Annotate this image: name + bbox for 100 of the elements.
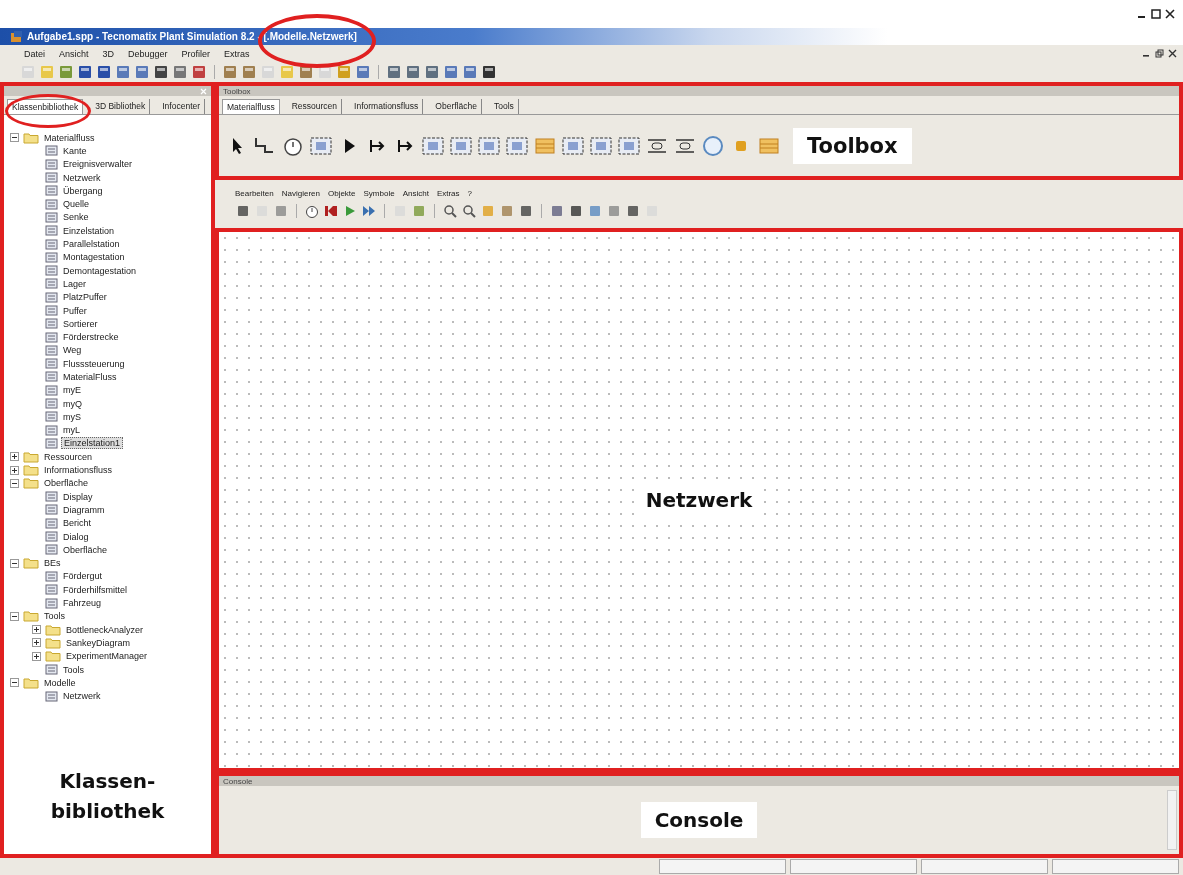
tree-item[interactable]: Parallelstation (61, 239, 122, 249)
toolbox-tab[interactable]: Oberfläche (431, 99, 482, 114)
object-icon (45, 570, 58, 582)
menu-item[interactable]: ? (467, 189, 472, 198)
tree-item[interactable]: BottleneckAnalyzer (64, 624, 146, 635)
expander-icon[interactable] (32, 625, 41, 635)
panel-title: Toolbox (223, 86, 251, 96)
tree-item[interactable]: Netzwerk (61, 172, 103, 183)
tree-item[interactable]: Modelle (42, 677, 78, 688)
object-icon (45, 185, 58, 197)
object-icon (45, 278, 58, 290)
tree-item[interactable]: Weg (61, 345, 84, 356)
close-icon[interactable] (1165, 9, 1175, 19)
object-icon (45, 238, 58, 250)
tree-item[interactable]: PlatzPuffer (61, 292, 109, 303)
expander-icon[interactable] (10, 611, 19, 621)
tree-item[interactable]: Informationsfluss (42, 465, 115, 476)
tree-item[interactable]: Übergang (61, 185, 105, 196)
tree-item[interactable]: Montagestation (61, 252, 127, 263)
expander-icon[interactable] (10, 465, 19, 475)
tree-item[interactable]: Senke (61, 212, 91, 223)
menu-item[interactable]: Debugger (128, 48, 168, 59)
tree-item[interactable]: Kante (61, 145, 89, 156)
menu-item[interactable]: Datei (24, 48, 45, 59)
object-icon (45, 318, 58, 330)
toolbox-tab[interactable]: Tools (489, 99, 519, 114)
tree-item[interactable]: Ressourcen (42, 451, 95, 462)
fast-icon[interactable] (361, 203, 377, 219)
expander-icon[interactable] (32, 651, 41, 661)
clock-icon[interactable] (304, 203, 320, 219)
menu-item[interactable]: Navigieren (281, 189, 320, 198)
menu-item[interactable]: Ansicht (402, 189, 429, 198)
tree-item[interactable]: Tools (61, 664, 86, 675)
expander-icon[interactable] (32, 638, 41, 648)
tree-item[interactable]: SankeyDiagram (64, 637, 133, 648)
menu-item[interactable]: Objekte (327, 189, 356, 198)
tree-item[interactable]: Bericht (61, 518, 93, 529)
tree-item[interactable]: MaterialFluss (61, 372, 119, 382)
tree-item[interactable]: Förderhilfsmittel (61, 584, 129, 595)
object-icon (45, 145, 58, 157)
tree-item[interactable]: Demontagestation (61, 265, 139, 276)
maximize-icon[interactable] (1151, 9, 1161, 19)
tree-item[interactable]: Sortierer (61, 318, 100, 329)
tree-item[interactable]: Diagramm (61, 504, 107, 515)
tree-item[interactable]: myQ (61, 398, 84, 409)
tree-item[interactable]: Materialfluss (42, 132, 97, 143)
tree-item[interactable]: Einzelstation (61, 225, 117, 236)
object-icon (45, 437, 58, 449)
tree-item[interactable]: Ereignisverwalter (61, 159, 135, 170)
zoom-icon[interactable] (461, 203, 477, 219)
tree-item[interactable]: Display (61, 491, 95, 502)
tree-item[interactable]: Flusssteuerung (61, 358, 127, 369)
tree-item[interactable]: Fahrzeug (61, 598, 104, 609)
tree-item[interactable]: Lager (61, 278, 89, 289)
object-icon (45, 198, 58, 210)
menu-item[interactable]: Symbole (363, 189, 395, 198)
menu-item[interactable]: Ansicht (59, 48, 89, 59)
tree-item[interactable]: Förderstrecke (61, 332, 121, 343)
tree-item[interactable]: Netzwerk (61, 691, 103, 702)
tree-item[interactable]: Puffer (61, 305, 89, 316)
object-icon (45, 291, 58, 303)
menu-item[interactable]: Profiler (181, 48, 211, 59)
expander-icon[interactable] (10, 133, 19, 143)
object-icon (45, 424, 58, 436)
expander-icon[interactable] (10, 558, 19, 568)
expander-icon[interactable] (10, 452, 19, 462)
tree-item[interactable]: myS (61, 411, 83, 422)
tree-item[interactable]: myE (61, 385, 83, 396)
object-icon (45, 344, 58, 356)
close-icon[interactable] (1168, 49, 1177, 58)
restore-icon[interactable] (1155, 49, 1164, 58)
tree-item[interactable]: Oberfläche (42, 478, 91, 489)
scrollbar[interactable] (1167, 790, 1177, 850)
library-tab[interactable]: 3D Bibliothek (91, 99, 151, 114)
tree-item[interactable]: ExperimentManager (64, 651, 150, 662)
object-icon (45, 225, 58, 237)
toolbox-tab[interactable]: Materialfluss (222, 99, 280, 114)
annotation-label: Toolbox (793, 127, 912, 164)
toolbox-tab[interactable]: Informationsfluss (350, 99, 424, 114)
tree-item[interactable]: Dialog (61, 531, 91, 542)
tree-item[interactable]: Oberfläche (61, 544, 110, 555)
stop-icon[interactable] (323, 203, 339, 219)
tree-item[interactable]: Quelle (61, 199, 91, 210)
menu-item[interactable]: Extras (224, 48, 250, 59)
library-tab[interactable]: Infocenter (158, 99, 206, 114)
tree-item[interactable]: Fördergut (61, 571, 105, 582)
object-icon (45, 411, 58, 423)
menu-item[interactable]: Bearbeiten (235, 189, 274, 198)
tree-item[interactable]: Tools (42, 611, 67, 622)
toolbox-tab[interactable]: Ressourcen (287, 99, 343, 114)
expander-icon[interactable] (10, 478, 19, 488)
menu-item[interactable]: Extras (436, 189, 460, 198)
zoom-icon[interactable] (442, 203, 458, 219)
tree-item[interactable]: myL (61, 425, 82, 436)
expander-icon[interactable] (10, 678, 19, 688)
library-tab[interactable]: Klassenbibliothek (7, 99, 84, 114)
tree-item[interactable]: BEs (42, 558, 63, 569)
menu-item[interactable]: 3D (102, 48, 115, 59)
network-canvas[interactable]: Netzwerk (215, 228, 1183, 772)
tree-item[interactable]: Einzelstation1 (61, 437, 124, 450)
